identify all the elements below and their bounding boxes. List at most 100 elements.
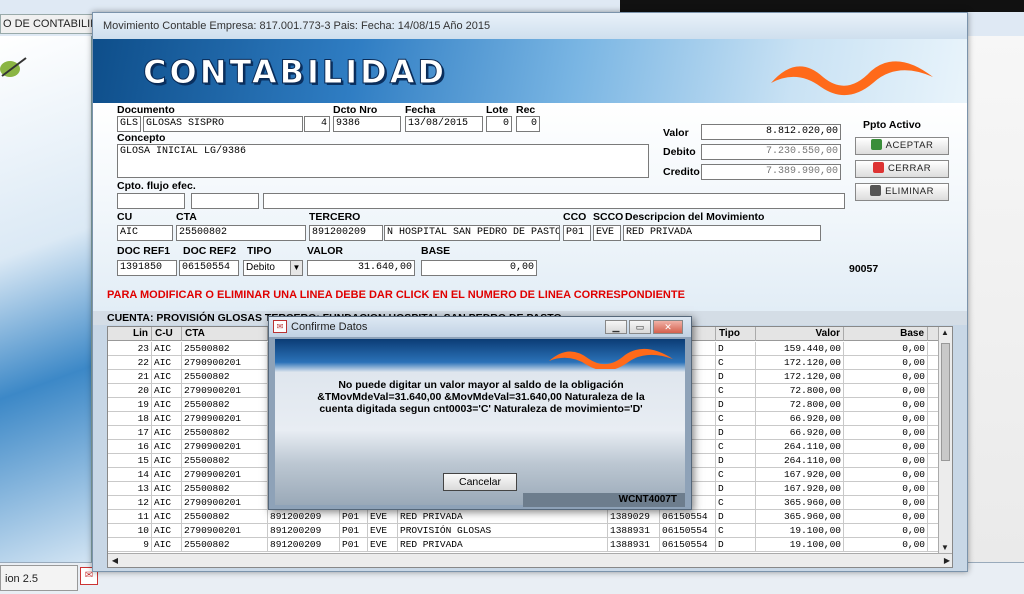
header-tipo[interactable]: Tipo [716,327,756,341]
counter-value: 90057 [849,263,879,275]
cell-lin[interactable]: 23 [108,342,152,356]
horizontal-scrollbar[interactable]: ◀ ▶ [108,553,952,567]
cell-lin[interactable]: 14 [108,468,152,482]
tercero-nombre-field: N HOSPITAL SAN PEDRO DE PASTO [384,225,560,241]
header-cu[interactable]: C-U [152,327,182,341]
cell-lin[interactable]: 19 [108,398,152,412]
valor-label: VALOR [307,245,343,257]
taskbar-item[interactable]: ion 2.5 [0,565,78,591]
doc-num-prefix-field[interactable]: 4 [304,116,330,132]
background-top-strip [620,0,1024,12]
close-icon[interactable]: ✕ [653,320,683,334]
cco-field[interactable]: P01 [563,225,591,241]
scroll-down-icon[interactable]: ▼ [939,543,951,552]
cpto-flujo-field-2[interactable] [191,193,259,209]
dialog-message-line2: &TMovMdeVal=31.640,00 &MovMdeVal=31.640,… [317,391,645,403]
cell-cu: AIC [152,398,182,412]
tipo-select[interactable]: Debito ▼ [243,260,303,276]
cell-lin[interactable]: 11 [108,510,152,524]
cell-tercero: 891200209 [268,510,340,524]
cell-lin[interactable]: 13 [108,482,152,496]
rec-field[interactable]: 0 [516,116,540,132]
cta-field[interactable]: 25500802 [176,225,306,241]
cell-base: 0,00 [844,356,928,370]
cell-lin[interactable]: 9 [108,538,152,552]
cell-lin[interactable]: 20 [108,384,152,398]
cerrar-button[interactable]: CERRAR [855,160,949,178]
valor-field[interactable]: 31.640,00 [307,260,415,276]
cancel-button[interactable]: Cancelar [443,473,517,491]
lote-field[interactable]: 0 [486,116,512,132]
cpto-flujo-label: Cpto. flujo efec. [117,180,196,192]
cell-ref2: 06150554 [660,524,716,538]
cell-tipo: C [716,356,756,370]
doc-code-field[interactable]: GLS [117,116,141,132]
maximize-icon[interactable]: ▭ [629,320,651,334]
cell-lin[interactable]: 21 [108,370,152,384]
vertical-scrollbar[interactable]: ▲ ▼ [938,327,952,553]
cell-ref1: 1389029 [608,510,660,524]
cell-lin[interactable]: 22 [108,356,152,370]
doc-ref1-field[interactable]: 1391850 [117,260,177,276]
eliminar-button[interactable]: ELIMINAR [855,183,949,201]
header-valor[interactable]: Valor [756,327,844,341]
cell-lin[interactable]: 15 [108,454,152,468]
concepto-field[interactable]: GLOSA INICIAL LG/9386 [117,144,649,178]
descripcion-field[interactable]: RED PRIVADA [623,225,821,241]
tercero-nit-field[interactable]: 891200209 [309,225,383,241]
cu-field[interactable]: AIC [117,225,173,241]
scroll-left-icon[interactable]: ◀ [109,556,121,565]
cell-lin[interactable]: 17 [108,426,152,440]
cell-lin[interactable]: 16 [108,440,152,454]
scco-field[interactable]: EVE [593,225,621,241]
header-cta[interactable]: CTA [182,327,268,341]
table-row[interactable]: 9 AIC 25500802 891200209 P01 EVE RED PRIVADA 13… [108,538,940,552]
cell-lin[interactable]: 10 [108,524,152,538]
doc-name-field[interactable]: GLOSAS SISPRO [143,116,303,132]
base-field[interactable]: 0,00 [421,260,537,276]
debito-field: 7.230.550,00 [701,144,841,160]
cell-tipo: D [716,370,756,384]
fecha-field[interactable]: 13/08/2015 [405,116,483,132]
cell-lin[interactable]: 12 [108,496,152,510]
cell-cu: AIC [152,356,182,370]
table-row[interactable]: 11 AIC 25500802 891200209 P01 EVE RED PRIVADA 1… [108,510,940,524]
cell-tipo: D [716,538,756,552]
cell-cu: AIC [152,384,182,398]
cell-base: 0,00 [844,440,928,454]
table-row[interactable]: 10 AIC 2790900201 891200209 P01 EVE PROVISIÓN … [108,524,940,538]
cell-tipo: C [716,440,756,454]
minimize-icon[interactable]: ▁ [605,320,627,334]
check-icon [870,139,882,150]
header-lin[interactable]: Lin [108,327,152,341]
cell-cu: AIC [152,412,182,426]
scroll-up-icon[interactable]: ▲ [939,328,951,337]
cell-valor: 167.920,00 [756,482,844,496]
cell-cta: 25500802 [182,454,268,468]
cell-valor: 66.920,00 [756,426,844,440]
cell-tipo: C [716,496,756,510]
cell-base: 0,00 [844,412,928,426]
credito-label: Credito [663,166,700,178]
cpto-flujo-field-1[interactable] [117,193,185,209]
cpto-flujo-field-3[interactable] [263,193,845,209]
chevron-down-icon[interactable]: ▼ [290,261,302,275]
cell-base: 0,00 [844,510,928,524]
scroll-right-icon[interactable]: ▶ [941,556,952,565]
doc-ref2-field[interactable]: 06150554 [179,260,239,276]
cell-lin[interactable]: 18 [108,412,152,426]
header-base[interactable]: Base [844,327,928,341]
cell-cta: 2790900201 [182,356,268,370]
dcto-nro-field[interactable]: 9386 [333,116,401,132]
aceptar-button[interactable]: ACEPTAR [855,137,949,155]
cell-base: 0,00 [844,426,928,440]
cell-ref2: 06150554 [660,538,716,552]
scroll-thumb[interactable] [941,343,950,461]
app-icon: ✉ [273,320,287,333]
fecha-label: Fecha [405,104,436,116]
tipo-select-value: Debito [246,262,275,273]
cell-valor: 172.120,00 [756,370,844,384]
dialog-message-line1: No puede digitar un valor mayor al saldo… [338,379,624,391]
scco-label: SCCO [593,211,624,223]
cell-base: 0,00 [844,496,928,510]
